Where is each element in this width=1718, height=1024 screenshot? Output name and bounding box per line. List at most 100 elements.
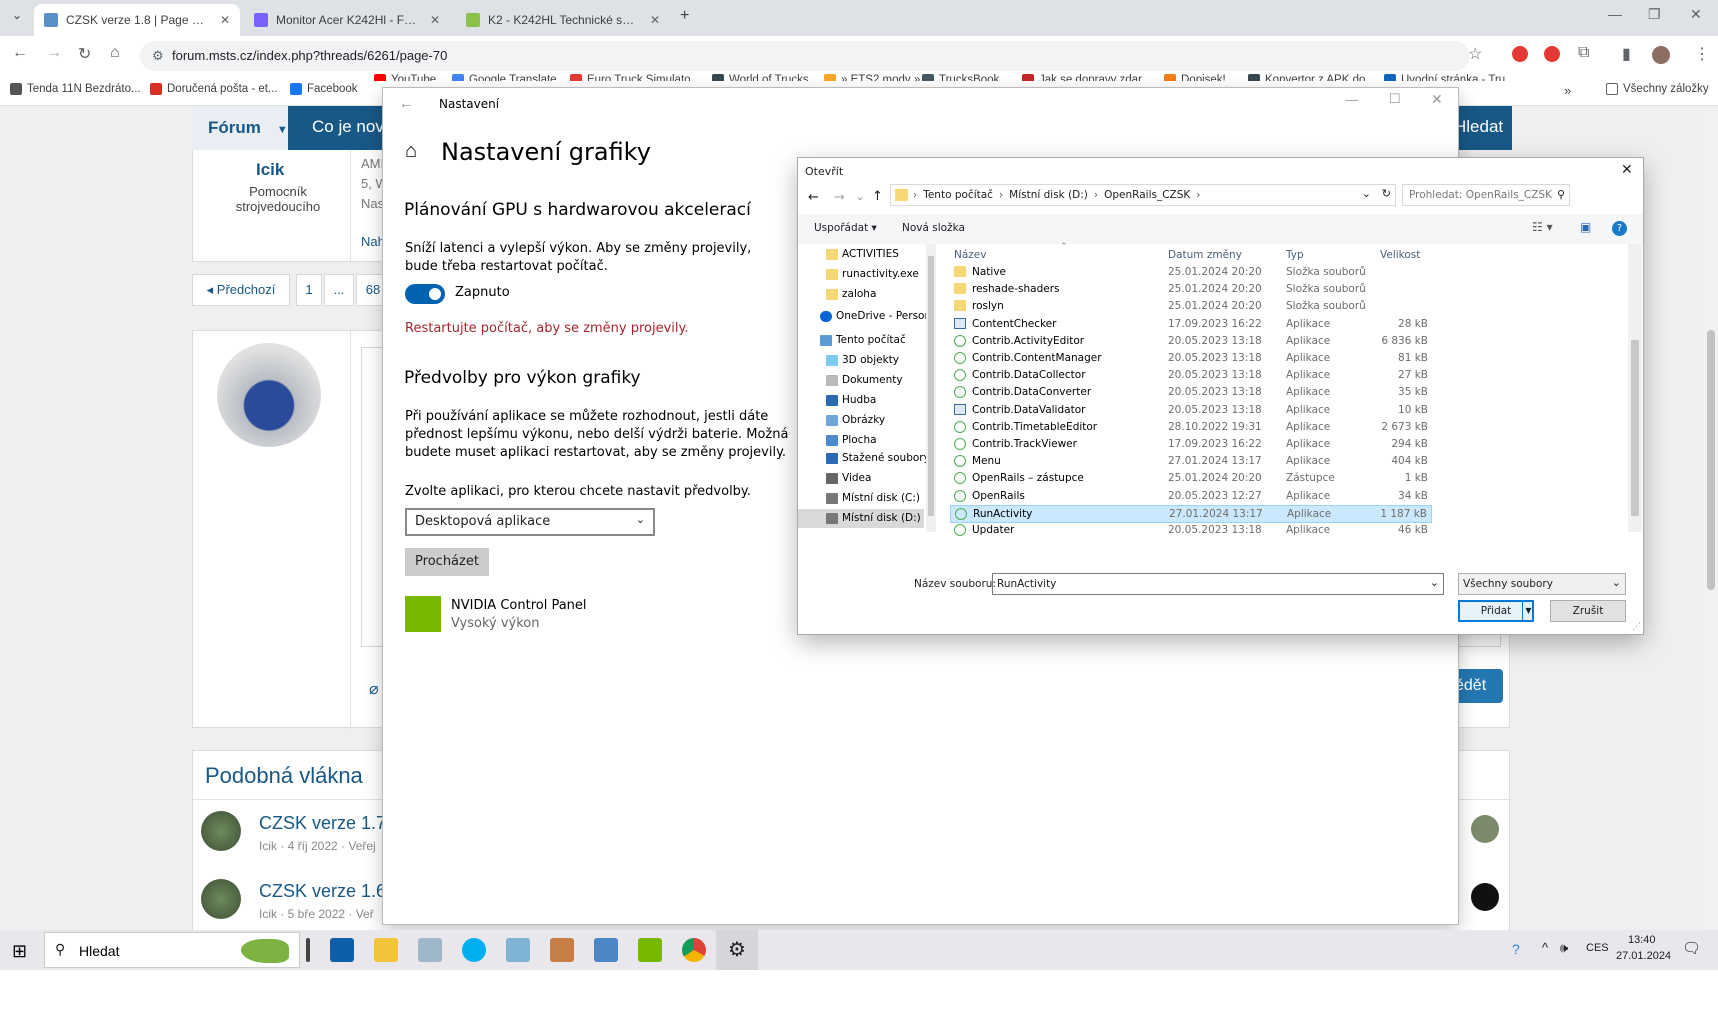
address-bar[interactable]: ⚙ forum.msts.cz/index.php?threads/6261/p… xyxy=(140,41,1470,71)
tray-expand-icon[interactable]: ^ xyxy=(1542,940,1548,955)
chrome-icon[interactable] xyxy=(682,938,706,962)
view-options-icon[interactable]: ☷ ▾ xyxy=(1532,220,1553,234)
chevron-down-icon[interactable]: ▼ xyxy=(277,124,288,136)
new-tab-button[interactable]: + xyxy=(680,7,689,25)
breadcrumb[interactable]: Místní disk (D:) xyxy=(1009,189,1088,201)
clock-date[interactable]: 27.01.2024 xyxy=(1616,950,1671,962)
new-folder-button[interactable]: Nová složka xyxy=(902,222,965,234)
reload-icon[interactable]: ↻ xyxy=(78,44,91,64)
bookmark[interactable]: Facebook xyxy=(290,83,358,95)
dlg-forward-icon[interactable]: → xyxy=(834,190,845,205)
page-scrollbar-thumb[interactable] xyxy=(1707,330,1715,590)
store-icon[interactable] xyxy=(330,938,354,962)
star-icon[interactable]: ☆ xyxy=(1468,44,1482,64)
bookmark[interactable]: Konvertor z APK do... xyxy=(1248,74,1375,81)
bookmark[interactable]: Google Translate xyxy=(452,74,557,81)
file-row[interactable]: Updater 20.05.2023 13:18 Aplikace 46 kB xyxy=(950,522,1432,540)
file-row[interactable]: Contrib.DataCollector 20.05.2023 13:18 Apl… xyxy=(950,367,1432,385)
forward-icon[interactable]: → xyxy=(46,44,62,62)
extension-icon[interactable] xyxy=(1512,46,1528,62)
file-row[interactable]: RunActivity 27.01.2024 13:17 Aplikace 1 187… xyxy=(950,504,1432,523)
back-icon[interactable]: ← xyxy=(12,44,28,62)
bookmark[interactable]: Dopisek! xyxy=(1164,74,1226,81)
help-tray-icon[interactable]: ? xyxy=(1512,941,1520,957)
bookmark[interactable]: TrucksBook xyxy=(922,74,999,81)
bookmark[interactable]: Tenda 11N Bezdráto... xyxy=(10,83,141,95)
file-row[interactable]: OpenRails 20.05.2023 12:27 Aplikace 34 kB xyxy=(950,488,1432,506)
refresh-icon[interactable]: ↻ xyxy=(1382,187,1391,200)
dlg-back-icon[interactable]: ← xyxy=(808,190,819,205)
attach-icon[interactable]: ⌀ xyxy=(369,679,379,699)
help-icon[interactable]: ? xyxy=(1612,221,1627,236)
taskbar-search[interactable]: ⚲ Hledat xyxy=(44,932,300,968)
app6-icon[interactable] xyxy=(550,938,574,962)
start-icon[interactable]: ⊞ xyxy=(12,941,27,962)
nav-search[interactable]: Hledat xyxy=(1454,117,1503,137)
bookmark[interactable]: Úvodní stránka - Tru... xyxy=(1384,74,1515,81)
breadcrumb[interactable]: Tento počítač xyxy=(923,189,993,201)
notifications-icon[interactable]: 🗨 xyxy=(1682,939,1701,957)
all-bookmarks[interactable]: Všechny záložky xyxy=(1606,83,1709,95)
app-name[interactable]: NVIDIA Control Panel xyxy=(451,598,587,613)
minimize-icon[interactable]: — xyxy=(1608,6,1622,22)
bookmark[interactable]: World of Trucks xyxy=(712,74,809,81)
app7-icon[interactable] xyxy=(594,938,618,962)
organize-button[interactable]: Uspořádat ▾ xyxy=(814,222,877,234)
col-size[interactable]: Velikost xyxy=(1380,249,1420,261)
file-row[interactable]: Contrib.ContentManager 20.05.2023 13:18 Ap… xyxy=(950,350,1432,368)
file-row[interactable]: Contrib.DataConverter 20.05.2023 13:18 Apl… xyxy=(950,384,1432,402)
home-icon[interactable]: ⌂ xyxy=(405,140,417,163)
app3-icon[interactable] xyxy=(418,938,442,962)
dialog-close-icon[interactable]: ✕ xyxy=(1621,162,1633,178)
clock-time[interactable]: 13:40 xyxy=(1628,934,1656,946)
page-scrollbar[interactable] xyxy=(1704,106,1718,930)
file-scrollbar-thumb[interactable] xyxy=(1631,340,1639,516)
thread-title[interactable]: CZSK verze 1.6 xyxy=(259,881,386,902)
file-scrollbar[interactable] xyxy=(1628,244,1642,532)
bookmark[interactable]: Doručená pošta - et... xyxy=(150,83,278,95)
pager-page-1[interactable]: 1 xyxy=(296,274,322,306)
app-type-select[interactable]: Desktopová aplikace ⌄ xyxy=(405,508,655,536)
file-row[interactable]: ContentChecker 17.09.2023 16:22 Aplikace 28… xyxy=(950,316,1432,334)
nav-new[interactable]: Co je nov xyxy=(312,117,384,137)
file-row[interactable]: reshade-shaders 25.01.2024 20:20 Složka so… xyxy=(950,281,1432,299)
browser-tab[interactable]: CZSK verze 1.8 | Page 70 | Disk...✕ xyxy=(34,4,240,36)
adblock-icon[interactable] xyxy=(1544,46,1560,62)
bookmarks-more-icon[interactable]: » xyxy=(1564,83,1571,98)
add-dropdown-icon[interactable]: ▼ xyxy=(1522,600,1534,622)
gpu-toggle[interactable] xyxy=(405,284,445,304)
language[interactable]: CES xyxy=(1586,942,1609,954)
settings-maximize-icon[interactable]: ☐ xyxy=(1389,91,1401,107)
filename-input[interactable]: RunActivity ⌄ xyxy=(992,573,1444,595)
volume-icon[interactable]: 🕪 xyxy=(1560,940,1568,956)
settings-back-icon[interactable]: ← xyxy=(399,95,413,111)
file-row[interactable]: Contrib.TrackViewer 17.09.2023 16:22 Aplik… xyxy=(950,436,1432,454)
pager-dots[interactable]: ... xyxy=(324,274,354,306)
col-type[interactable]: Typ xyxy=(1286,249,1304,261)
chevron-down-icon[interactable]: ⌄ xyxy=(1430,576,1439,589)
tab-close-icon[interactable]: ✕ xyxy=(210,13,230,27)
app5-icon[interactable] xyxy=(506,938,530,962)
file-row[interactable]: roslyn 25.01.2024 20:20 Složka souborů xyxy=(950,298,1432,316)
restore-icon[interactable]: ❐ xyxy=(1648,6,1661,23)
resize-grip-icon[interactable]: ⋰ xyxy=(1632,622,1641,632)
file-row[interactable]: Contrib.TimetableEditor 28.10.2022 19:31 A… xyxy=(950,419,1432,437)
pager-prev[interactable]: ◂ Předchozí xyxy=(192,274,290,306)
menu-icon[interactable]: ⋮ xyxy=(1694,44,1710,64)
dlg-up-icon[interactable]: ↑ xyxy=(872,189,883,204)
file-row[interactable]: OpenRails – zástupce 25.01.2024 20:20 Zást… xyxy=(950,470,1432,488)
col-date[interactable]: Datum změny xyxy=(1168,249,1242,261)
browser-tab[interactable]: Monitor Acer K242Hl - Favoes✕ xyxy=(244,4,450,36)
col-name[interactable]: Název xyxy=(954,249,986,261)
settings-app-icon[interactable]: ⚙ xyxy=(716,930,758,970)
cancel-button[interactable]: Zrušit xyxy=(1550,600,1626,622)
settings-close-icon[interactable]: ✕ xyxy=(1431,91,1443,108)
preview-pane-icon[interactable]: ▣ xyxy=(1580,220,1591,234)
browser-tab[interactable]: K2 - K242HL Technické specifik...✕ xyxy=(456,4,670,36)
bookmark[interactable]: Euro Truck Simulato... xyxy=(570,74,700,81)
tab-close-icon[interactable]: ✕ xyxy=(420,13,440,27)
taskview-icon[interactable] xyxy=(306,938,310,962)
tab-close-icon[interactable]: ✕ xyxy=(640,13,660,27)
dlg-recent-icon[interactable]: ⌄ xyxy=(856,192,864,203)
search-box[interactable]: Prohledat: OpenRails_CZSK ⚲ xyxy=(1402,184,1570,206)
